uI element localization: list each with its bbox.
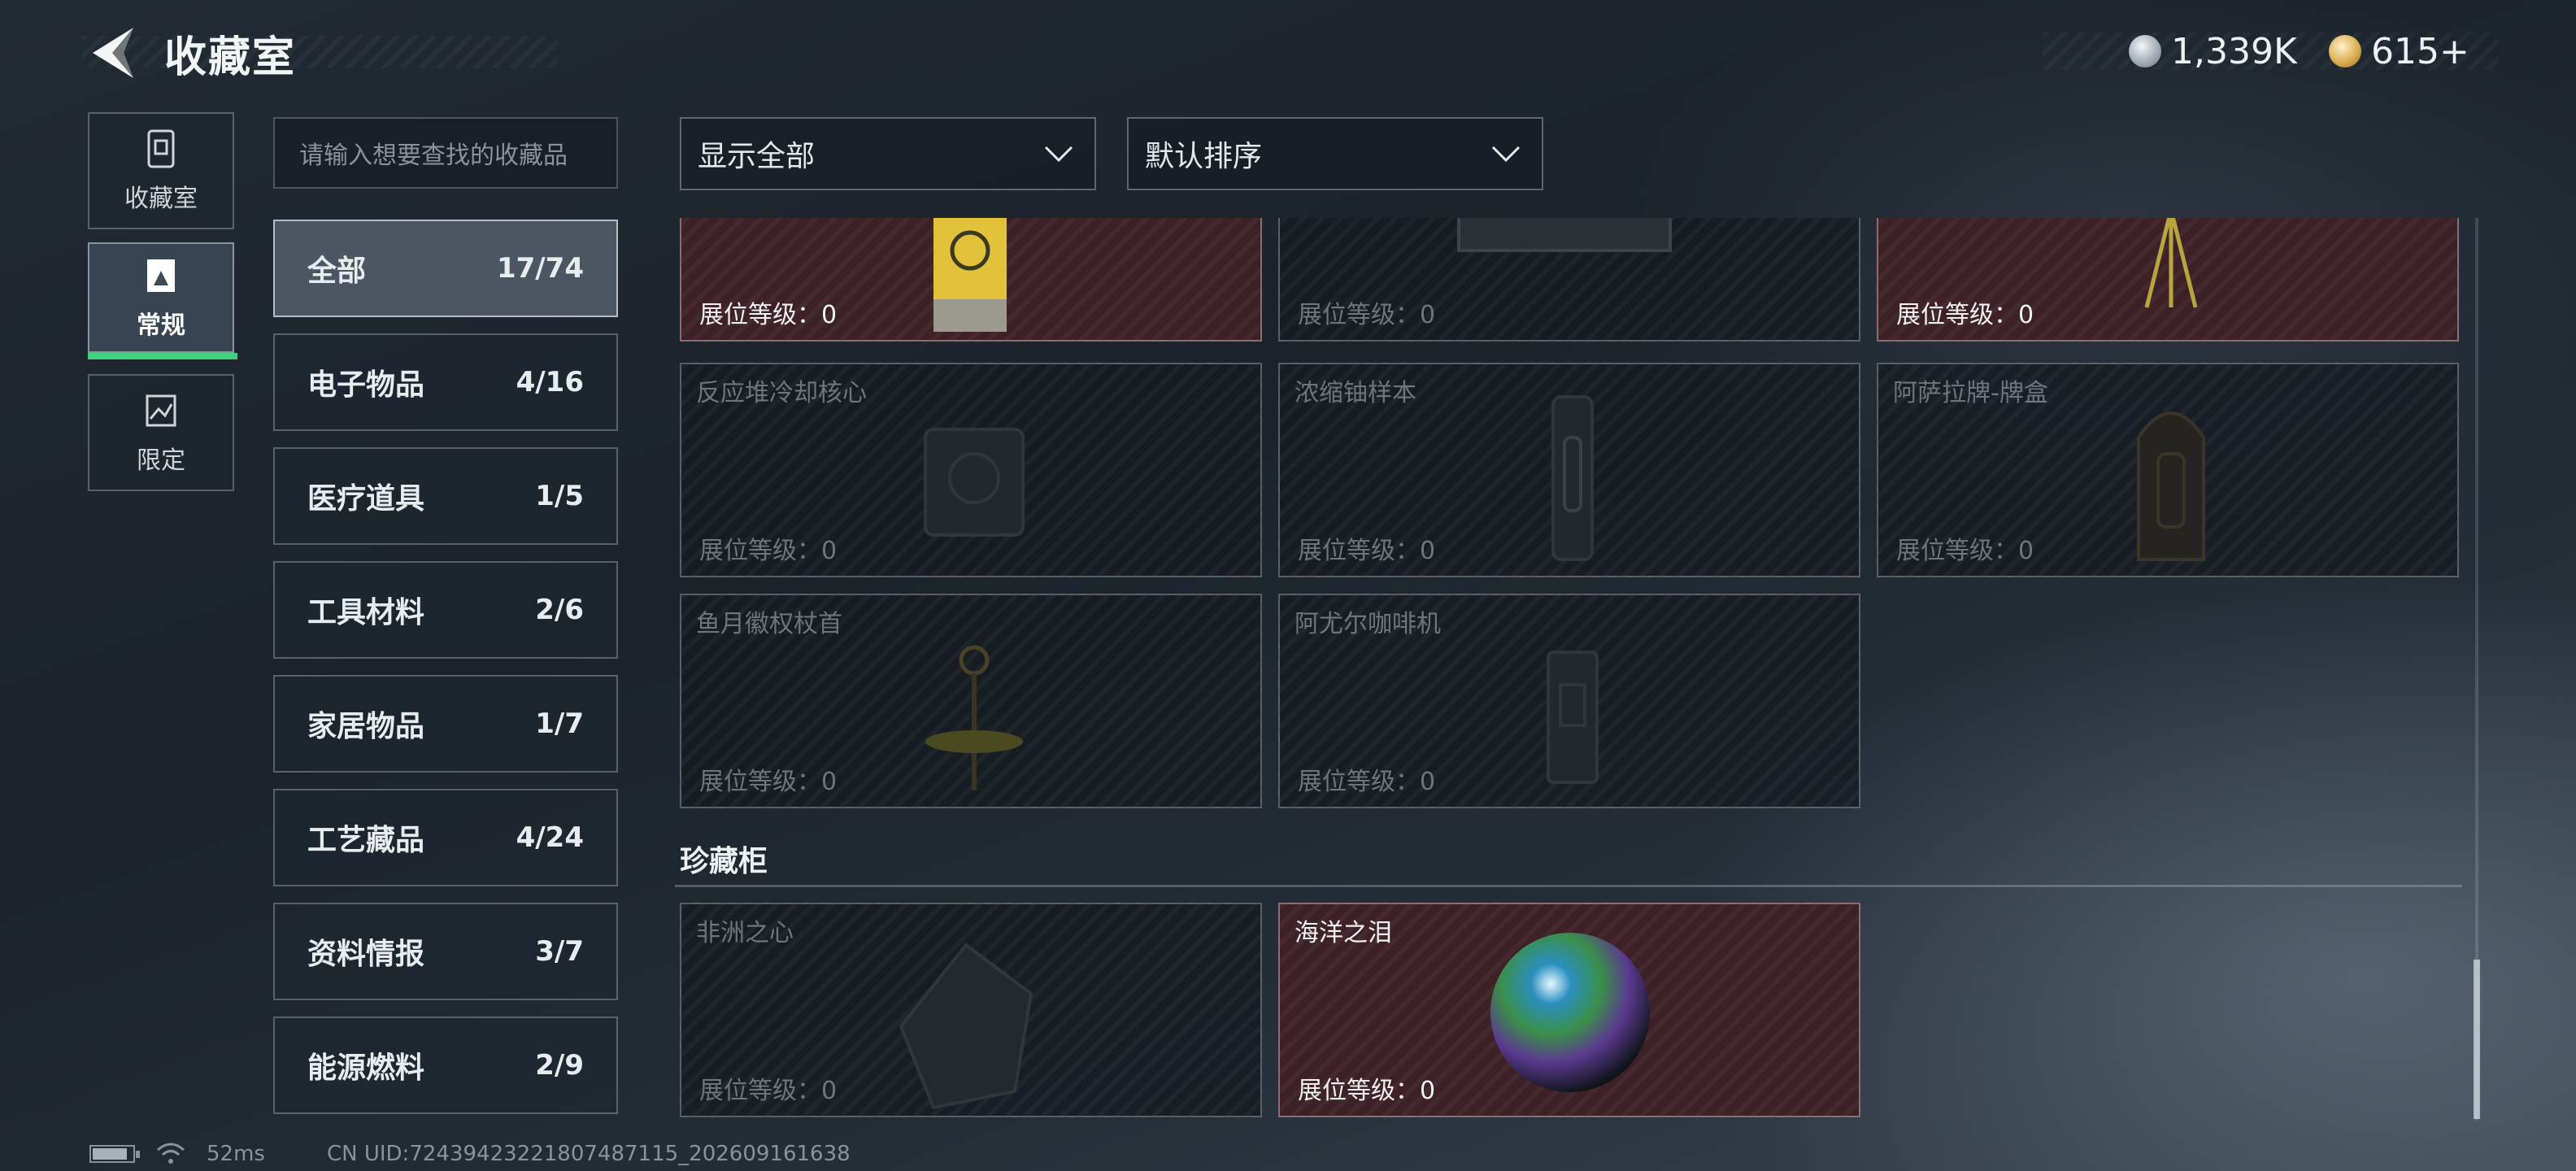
category-electronics[interactable]: 电子物品 4/16: [273, 333, 618, 431]
machine-art: [1457, 218, 1672, 252]
collection-card[interactable]: 浓缩铀样本 展位等级：0: [1278, 363, 1860, 577]
battery-icon: [89, 1145, 140, 1163]
category-name: 工具材料: [307, 596, 425, 629]
category-name: 全部: [307, 255, 367, 288]
reactor-core-art: [924, 428, 1025, 537]
collection-card[interactable]: 海洋之泪 展位等级：0: [1278, 903, 1860, 1117]
page-title: 收藏室: [164, 33, 297, 82]
booth-level: 展位等级：0: [1298, 1077, 1436, 1105]
collection-card[interactable]: 鱼月徽权杖首 展位等级：0: [680, 594, 1262, 808]
uid-text: CN UID:7243942322180748711​5_20260916163…: [326, 1142, 851, 1166]
item-name: 阿萨拉牌-牌盒: [1893, 379, 2048, 407]
scepter-art: [925, 645, 1023, 790]
nav-collection-room[interactable]: 收藏室: [88, 112, 234, 229]
booth-level: 展位等级：0: [699, 768, 838, 796]
booth-level: 展位等级：0: [1298, 768, 1436, 796]
nav-limited-label: 限定: [137, 446, 185, 475]
category-count: 4/16: [516, 366, 584, 398]
category-household[interactable]: 家居物品 1/7: [273, 675, 618, 773]
item-name: 非洲之心: [696, 919, 794, 947]
scrollbar-thumb[interactable]: [2474, 960, 2480, 1119]
category-count: 3/7: [535, 935, 584, 968]
collection-grid[interactable]: 展位等级：0 展位等级：0 展位等级：0 反应堆冷却核心 展位等级：0 浓缩铀样…: [675, 218, 2464, 1121]
category-count: 4/24: [516, 821, 584, 854]
collection-card[interactable]: 展位等级：0: [1877, 218, 2459, 342]
regular-icon: [147, 259, 175, 292]
category-count: 17/74: [496, 252, 584, 285]
collection-room-icon: [147, 129, 175, 168]
item-name: 浓缩铀样本: [1295, 379, 1416, 407]
limited-icon: [146, 394, 176, 427]
active-nav-indicator: [88, 353, 237, 359]
booth-level: 展位等级：0: [1298, 301, 1436, 329]
card-box-art: [2137, 411, 2205, 561]
silver-currency-value: 1,339K: [2171, 30, 2297, 72]
nav-limited[interactable]: 限定: [88, 374, 234, 491]
section-divider: [675, 885, 2462, 887]
sort-dropdown[interactable]: 默认排序: [1127, 117, 1543, 190]
chevron-down-icon: [1491, 146, 1521, 163]
category-count: 2/9: [535, 1049, 584, 1082]
nav-regular[interactable]: 常规: [88, 242, 234, 353]
booth-level: 展位等级：0: [1896, 301, 2034, 329]
category-name: 电子物品: [307, 368, 425, 402]
silver-currency: 1,339K: [2129, 29, 2297, 73]
category-name: 医疗道具: [307, 482, 425, 516]
nav-regular-label: 常规: [137, 311, 185, 340]
category-count: 1/5: [535, 480, 584, 512]
silver-coin-icon: [2129, 35, 2161, 67]
gold-currency-value: 615+: [2371, 30, 2469, 72]
wifi-icon: [157, 1143, 185, 1164]
tripod-art: [2144, 218, 2198, 308]
category-all[interactable]: 全部 17/74: [273, 220, 618, 317]
collection-card[interactable]: 展位等级：0: [1278, 218, 1860, 342]
booth-level: 展位等级：0: [699, 301, 838, 329]
collection-card[interactable]: 展位等级：0: [680, 218, 1262, 342]
item-name: 反应堆冷却核心: [696, 379, 867, 407]
booth-level: 展位等级：0: [699, 1077, 838, 1105]
category-medical[interactable]: 医疗道具 1/5: [273, 447, 618, 545]
category-count: 2/6: [535, 594, 584, 626]
uranium-capsule-art: [1551, 395, 1594, 561]
category-name: 家居物品: [307, 710, 425, 743]
category-name: 能源燃料: [307, 1051, 425, 1085]
yellow-canister-art: [933, 218, 1007, 332]
collection-card[interactable]: 反应堆冷却核心 展位等级：0: [680, 363, 1262, 577]
sort-value: 默认排序: [1145, 140, 1263, 173]
gold-currency[interactable]: 615+: [2329, 29, 2469, 73]
back-arrow-icon: [93, 28, 133, 78]
ping-value: 52ms: [207, 1142, 265, 1166]
display-filter-dropdown[interactable]: 显示全部: [680, 117, 1096, 190]
collection-card[interactable]: 阿萨拉牌-牌盒 展位等级：0: [1877, 363, 2459, 577]
back-button[interactable]: [88, 24, 140, 81]
nav-collection-room-label: 收藏室: [124, 185, 198, 213]
category-name: 资料情报: [307, 938, 425, 971]
status-bar: 52ms CN UID:7243942322180748711​5_202609…: [89, 1142, 851, 1166]
search-input[interactable]: 请输入想要查找的收藏品: [273, 117, 618, 189]
section-title-cabinet: 珍藏柜: [680, 845, 768, 878]
category-name: 工艺藏品: [307, 824, 425, 857]
category-intel[interactable]: 资料情报 3/7: [273, 903, 618, 1000]
item-name: 海洋之泪: [1295, 919, 1392, 947]
gem-art: [899, 942, 1033, 1110]
category-tools[interactable]: 工具材料 2/6: [273, 561, 618, 659]
booth-level: 展位等级：0: [1896, 537, 2034, 565]
pearl-art: [1490, 933, 1650, 1092]
booth-level: 展位等级：0: [1298, 537, 1436, 565]
display-filter-value: 显示全部: [698, 140, 816, 173]
item-name: 阿尤尔咖啡机: [1295, 610, 1441, 638]
collection-card[interactable]: 非洲之心 展位等级：0: [680, 903, 1262, 1117]
chevron-down-icon: [1044, 146, 1073, 163]
collection-card[interactable]: 阿尤尔咖啡机 展位等级：0: [1278, 594, 1860, 808]
gold-coin-icon: [2329, 35, 2361, 67]
category-count: 1/7: [535, 707, 584, 740]
category-energy[interactable]: 能源燃料 2/9: [273, 1016, 618, 1114]
category-crafts[interactable]: 工艺藏品 4/24: [273, 789, 618, 886]
title-bar-background: [81, 36, 558, 68]
coffee-machine-art: [1547, 651, 1599, 784]
booth-level: 展位等级：0: [699, 537, 838, 565]
item-name: 鱼月徽权杖首: [696, 610, 842, 638]
